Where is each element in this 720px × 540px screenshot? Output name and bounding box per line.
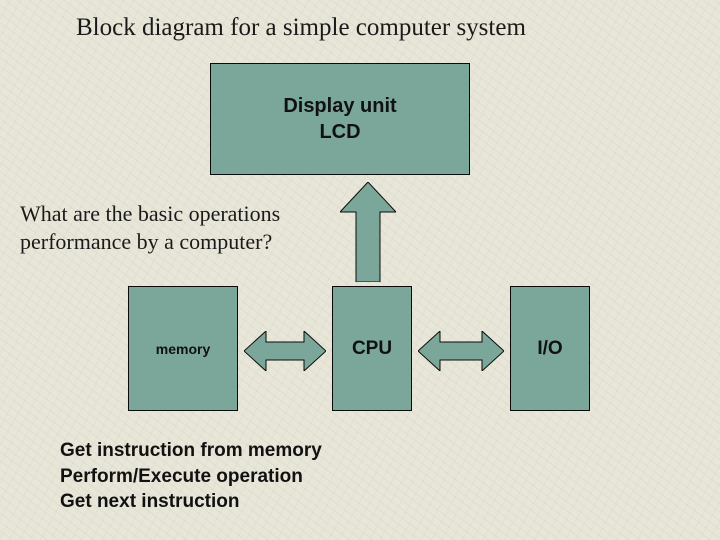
step-3: Get next instruction [60,489,322,515]
block-memory-label: memory [156,341,210,357]
block-cpu: CPU [332,286,412,411]
block-memory: memory [128,286,238,411]
block-io: I/O [510,286,590,411]
arrow-cpu-io-icon [418,331,504,371]
question-text: What are the basic operations performanc… [20,200,310,255]
block-display-label-2: LCD [283,119,396,145]
page-title: Block diagram for a simple computer syst… [76,14,526,42]
block-display-label-1: Display unit [283,93,396,119]
block-io-label: I/O [537,338,562,360]
step-1: Get instruction from memory [60,438,322,464]
arrow-cpu-to-display-icon [340,182,396,282]
steps-list: Get instruction from memory Perform/Exec… [60,438,322,515]
block-display: Display unit LCD [210,63,470,175]
diagram-canvas: Block diagram for a simple computer syst… [0,0,720,540]
step-2: Perform/Execute operation [60,464,322,490]
arrow-memory-cpu-icon [244,331,326,371]
block-cpu-label: CPU [352,338,392,360]
